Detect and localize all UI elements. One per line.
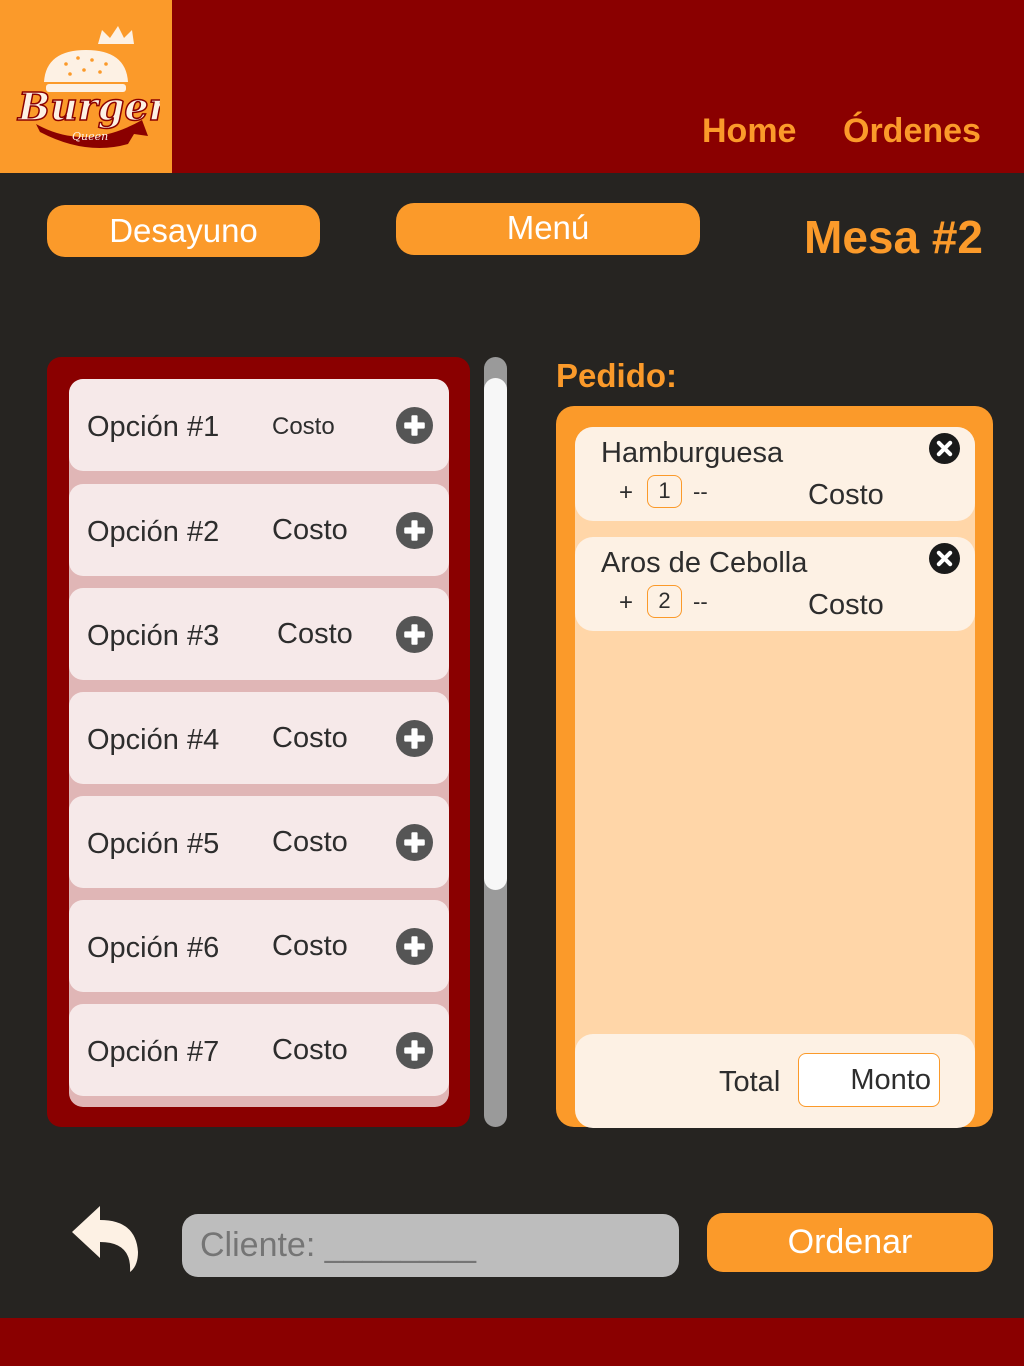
add-icon[interactable] (396, 616, 433, 653)
menu-item: Opción #4 Costo (69, 692, 449, 784)
decrease-quantity-button[interactable]: -- (693, 479, 708, 505)
svg-text:Queen: Queen (72, 130, 108, 143)
total-label: Total (719, 1066, 781, 1098)
order-item: Aros de Cebolla + 2 -- Costo (575, 537, 975, 631)
decrease-quantity-button[interactable]: -- (693, 589, 708, 615)
menu-item: Opción #6 Costo (69, 900, 449, 992)
menu-button[interactable]: Menú (396, 203, 700, 255)
menu-item-cost: Costo (272, 1034, 348, 1066)
svg-text:Burger: Burger (17, 84, 160, 129)
order-list: Hamburguesa + 1 -- Costo Aros de Cebolla… (575, 427, 975, 1128)
menu-item-name: Opción #4 (87, 724, 220, 756)
menu-item: Opción #2 Costo (69, 484, 449, 576)
menu-item: Opción #5 Costo (69, 796, 449, 888)
menu-item-cost: Costo (272, 826, 348, 858)
menu-item-cost: Costo (272, 722, 348, 754)
quantity-field[interactable]: 2 (647, 585, 682, 618)
order-title: Pedido: (556, 357, 677, 394)
order-submit-button[interactable]: Ordenar (707, 1213, 993, 1272)
add-icon[interactable] (396, 1032, 433, 1069)
menu-item-name: Opción #6 (87, 932, 220, 964)
remove-icon[interactable] (929, 433, 960, 464)
menu-item-name: Opción #5 (87, 828, 220, 860)
menu-item-name: Opción #3 (87, 620, 220, 652)
menu-item-cost: Costo (272, 930, 348, 962)
client-name-input[interactable] (182, 1214, 679, 1277)
undo-arrow-icon[interactable] (68, 1202, 142, 1274)
add-icon[interactable] (396, 824, 433, 861)
total-amount-field: Monto (798, 1053, 940, 1107)
order-total: Total Monto (575, 1034, 975, 1128)
breakfast-button[interactable]: Desayuno (47, 205, 320, 257)
increase-quantity-button[interactable]: + (619, 479, 633, 507)
increase-quantity-button[interactable]: + (619, 589, 633, 617)
menu-item-name: Opción #1 (87, 411, 220, 443)
menu-item-cost: Costo (277, 618, 353, 650)
menu-item: Opción #3 Costo (69, 588, 449, 680)
menu-item: Opción #7 Costo (69, 1004, 449, 1096)
menu-item-cost: Costo (272, 413, 335, 440)
app-header: Burger Queen Home Órdenes (0, 0, 1024, 173)
logo[interactable]: Burger Queen (0, 0, 172, 173)
table-number: Mesa #2 (804, 211, 984, 263)
order-item-cost: Costo (808, 479, 884, 511)
order-item-cost: Costo (808, 589, 884, 621)
menu-item-name: Opción #7 (87, 1036, 220, 1068)
menu-scrollbar-thumb[interactable] (484, 378, 507, 890)
burger-logo-icon: Burger Queen (16, 26, 160, 148)
nav-orders-link[interactable]: Órdenes (843, 112, 981, 151)
order-item-name: Aros de Cebolla (601, 547, 808, 579)
order-item-name: Hamburguesa (601, 437, 784, 469)
app-footer (0, 1318, 1024, 1366)
add-icon[interactable] (396, 512, 433, 549)
order-item: Hamburguesa + 1 -- Costo (575, 427, 975, 521)
order-panel: Hamburguesa + 1 -- Costo Aros de Cebolla… (556, 406, 993, 1128)
quantity-field[interactable]: 1 (647, 475, 682, 508)
menu-item-name: Opción #2 (87, 516, 220, 548)
menu-panel: Opción #1 Costo Opción #2 Costo Opción #… (47, 357, 470, 1127)
add-icon[interactable] (396, 720, 433, 757)
add-icon[interactable] (396, 928, 433, 965)
add-icon[interactable] (396, 407, 433, 444)
remove-icon[interactable] (929, 543, 960, 574)
menu-list: Opción #1 Costo Opción #2 Costo Opción #… (69, 379, 449, 1107)
nav-home-link[interactable]: Home (702, 112, 796, 151)
menu-item-cost: Costo (272, 514, 348, 546)
menu-item: Opción #1 Costo (69, 379, 449, 471)
